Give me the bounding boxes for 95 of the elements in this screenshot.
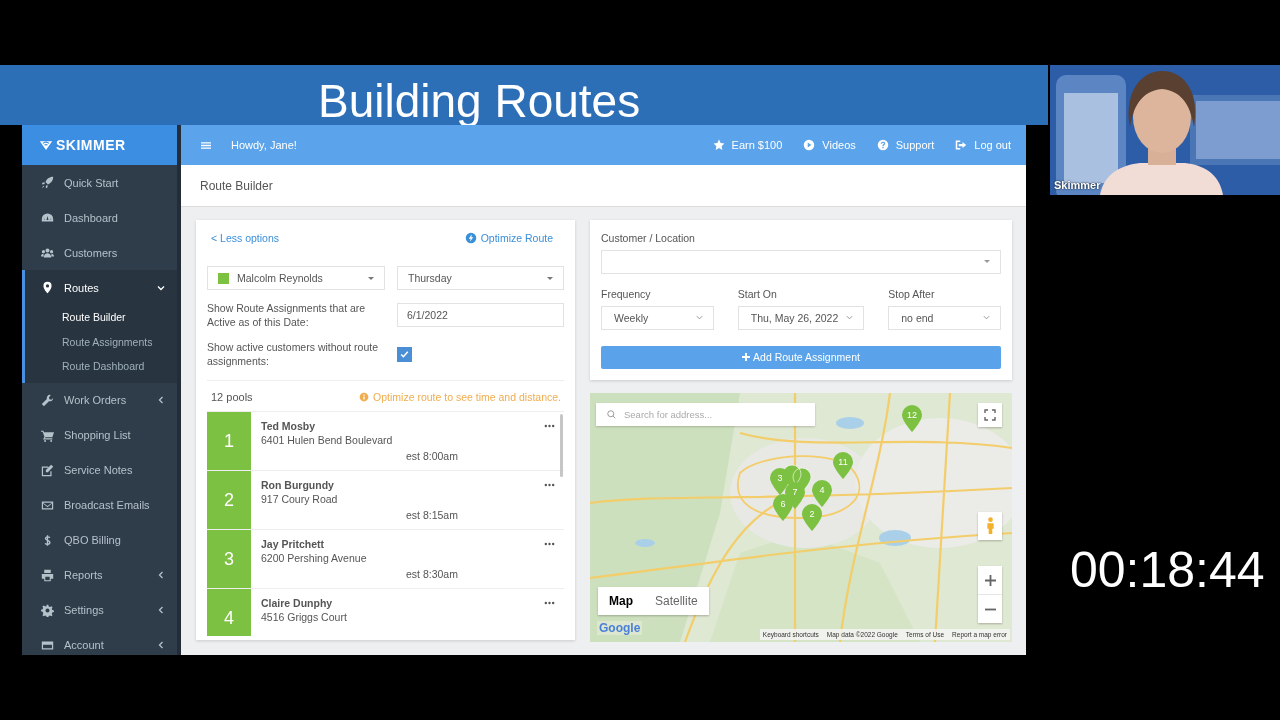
info-icon [359, 392, 370, 402]
zoom-in-button[interactable] [978, 566, 1002, 594]
wifi-shield-icon [39, 139, 53, 151]
nav-item[interactable]: Dashboard [22, 200, 177, 235]
nav-item[interactable]: Account [22, 627, 177, 655]
help-icon [876, 139, 889, 151]
users-icon [41, 246, 54, 259]
menu-icon[interactable] [201, 140, 211, 150]
brand-name: SKIMMER [56, 137, 126, 153]
field-label: Show Route Assignments that are Active as of this Date: [207, 301, 367, 329]
envelope-icon [41, 498, 54, 512]
card-icon [41, 638, 54, 652]
less-options-link[interactable]: < Less options [211, 231, 279, 244]
nav-item[interactable]: Routes [25, 270, 177, 305]
settings-icon [41, 603, 54, 617]
optimize-route-link[interactable]: Optimize Route [464, 231, 553, 244]
map-pin-icon [41, 281, 54, 294]
caret-icon [547, 276, 553, 280]
customer-name: Claire Dunphy [261, 596, 334, 610]
star-icon [712, 139, 725, 151]
nav-item[interactable]: Shopping List [22, 417, 177, 453]
more-icon[interactable] [544, 542, 555, 546]
stop-number: 2 [207, 471, 251, 529]
more-icon[interactable] [544, 483, 555, 487]
search-icon [607, 410, 616, 419]
dropdown[interactable]: Thu, May 26, 2022 [737, 305, 865, 330]
fullscreen-button[interactable] [978, 403, 1002, 427]
chevron-down-icon [846, 314, 854, 321]
nav-item[interactable]: Quick Start [22, 165, 177, 200]
submenu-item[interactable]: Route Builder [25, 305, 177, 330]
nav-item[interactable]: Reports [22, 557, 177, 593]
customer-address: 4516 Griggs Court [261, 610, 348, 625]
dropdown[interactable]: no end [888, 305, 1001, 330]
submenu-item[interactable]: Route Dashboard [25, 354, 177, 379]
field-label: Start On [737, 286, 778, 301]
fullscreen-icon [984, 409, 996, 421]
eta-text: est 8:15am [405, 508, 459, 523]
submenu-item[interactable]: Route Assignments [25, 329, 177, 354]
cart-icon [41, 428, 54, 442]
logout-icon [955, 139, 968, 151]
rocket-icon [41, 176, 54, 189]
greeting-text: Howdy, Jane! [231, 139, 297, 151]
nav-item[interactable]: QBO Billing [22, 522, 177, 558]
printer-icon [41, 568, 54, 582]
more-icon[interactable] [544, 601, 555, 605]
street-view-button[interactable] [978, 512, 1002, 540]
eta-text: est 8:00am [405, 449, 459, 464]
map-type-tab[interactable]: Satellite [644, 587, 709, 615]
caret-icon [984, 260, 990, 264]
wrench-icon [41, 393, 54, 407]
eta-text: est 8:30am [405, 567, 459, 582]
gauge-icon [41, 211, 54, 224]
play-icon [803, 139, 816, 151]
nav-item[interactable]: Service Notes [22, 452, 177, 488]
dropdown[interactable]: Weekly [601, 305, 714, 330]
customer-address: 917 Coury Road [261, 492, 339, 507]
notice-text: Optimize route to see time and distance. [373, 391, 561, 403]
customer-name: Ted Mosby [261, 419, 317, 433]
edit-icon [41, 463, 54, 477]
chevron-down-icon [695, 314, 703, 321]
participant-name: Skimmer [1054, 179, 1101, 191]
page-title: Route Builder [200, 178, 273, 193]
timer-text: 00:18:44 [1070, 545, 1266, 595]
check-icon [399, 348, 410, 360]
plus-icon [742, 353, 751, 362]
stop-number: 4 [207, 589, 251, 636]
field-label: Show active customers without route assignments: [207, 340, 379, 368]
technician-select[interactable]: Malcolm Reynolds [207, 266, 385, 290]
scroll-thumb[interactable] [560, 414, 563, 477]
day-select[interactable]: Thursday [397, 266, 564, 290]
nav-item[interactable]: Broadcast Emails [22, 487, 177, 523]
caret-icon [368, 276, 374, 280]
customer-address: 6200 Pershing Avenue [261, 551, 368, 566]
nav-item[interactable]: Work Orders [22, 382, 177, 418]
bolt-icon [464, 231, 477, 244]
stop-number: 3 [207, 530, 251, 588]
field-label: Customer / Location [601, 231, 696, 245]
map-logo: Google [597, 621, 643, 635]
pool-count: 12 pools [211, 391, 253, 403]
chevron-down-icon [983, 314, 990, 321]
person-icon [985, 517, 995, 535]
customer-name: Jay Pritchett [261, 537, 326, 551]
customer-name: Ron Burgundy [261, 478, 335, 492]
more-icon[interactable] [544, 424, 555, 428]
customer-address: 6401 Hulen Bend Boulevard [261, 433, 394, 448]
stop-number: 1 [207, 412, 251, 470]
map-type-tab[interactable]: Map [598, 587, 644, 615]
nav-item[interactable]: Settings [22, 592, 177, 628]
nav-item[interactable]: Customers [22, 235, 177, 270]
plus-icon [984, 574, 996, 586]
date-field[interactable]: 6/1/2022 [397, 303, 564, 327]
field-label: Stop After [888, 286, 936, 301]
checkbox[interactable] [397, 346, 412, 362]
field-label: Frequency [601, 286, 652, 301]
slide-title: Building Routes [318, 74, 642, 125]
